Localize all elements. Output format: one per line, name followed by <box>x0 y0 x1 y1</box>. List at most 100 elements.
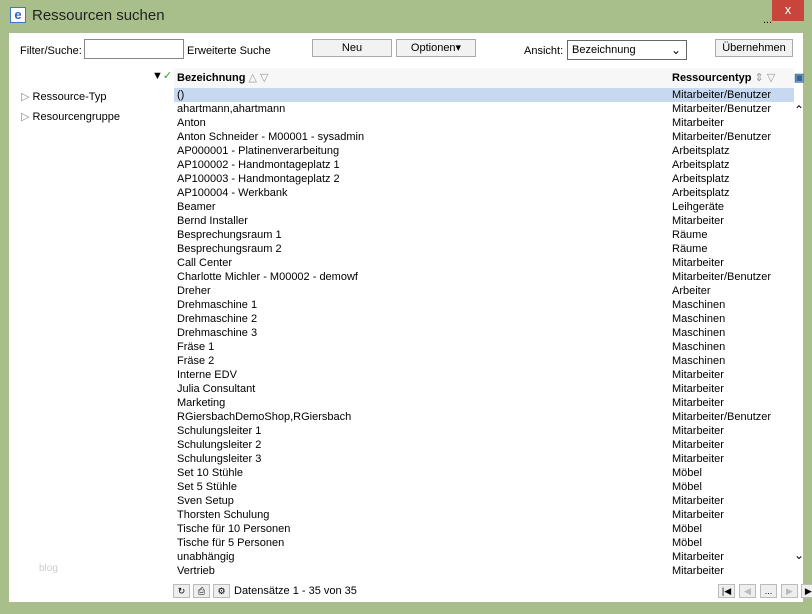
table-row[interactable]: Julia Consultant Mitarbeiter <box>174 382 794 396</box>
table-row[interactable]: Interne EDV Mitarbeiter <box>174 368 794 382</box>
table-row[interactable]: Thorsten Schulung Mitarbeiter <box>174 508 794 522</box>
extended-search-link[interactable]: Erweiterte Suche <box>187 41 271 61</box>
cell-bezeichnung: Call Center <box>177 257 233 269</box>
app-icon: e <box>10 7 26 23</box>
table-row[interactable]: Schulungsleiter 2 Mitarbeiter <box>174 438 794 452</box>
cell-bezeichnung: RGiersbachDemoShop,RGiersbach <box>177 411 352 423</box>
table-row[interactable]: Anton Mitarbeiter <box>174 116 794 130</box>
table-row[interactable]: AP100004 - Werkbank Arbeitsplatz <box>174 186 794 200</box>
first-page-icon[interactable]: |◀ <box>718 584 735 598</box>
column-chooser-icon[interactable]: ▣ <box>794 68 804 88</box>
table-row[interactable]: AP100003 - Handmontageplatz 2 Arbeitsplat… <box>174 172 794 186</box>
cell-bezeichnung: Tische für 10 Personen <box>177 523 291 535</box>
next-page-icon[interactable]: ▶ <box>781 584 798 598</box>
cell-bezeichnung: Schulungsleiter 2 <box>177 439 262 451</box>
cell-bezeichnung: Set 10 Stühle <box>177 467 244 479</box>
table-row[interactable]: unabhängig Mitarbeiter <box>174 550 794 564</box>
cell-bezeichnung: AP100003 - Handmontageplatz 2 <box>177 173 340 185</box>
cell-ressourcentyp: Arbeitsplatz <box>672 187 730 199</box>
cell-bezeichnung: AP100002 - Handmontageplatz 1 <box>177 159 340 171</box>
table-row[interactable]: Schulungsleiter 3 Mitarbeiter <box>174 452 794 466</box>
table-row[interactable]: Drehmaschine 3 Maschinen <box>174 326 794 340</box>
table-row[interactable]: AP000001 - Platinenverarbeitung Arbeitspl… <box>174 144 794 158</box>
page-button[interactable]: ... <box>760 584 777 598</box>
cell-ressourcentyp: Mitarbeiter <box>672 551 724 563</box>
prev-page-icon[interactable]: ◀ <box>739 584 756 598</box>
column-header-bezeichnung[interactable]: Bezeichnung <box>174 72 245 84</box>
table-row[interactable]: Drehmaschine 2 Maschinen <box>174 312 794 326</box>
table-row[interactable]: ahartmann,ahartmann Mitarbeiter/Benutzer <box>174 102 794 116</box>
cell-ressourcentyp: Räume <box>672 243 708 255</box>
cell-bezeichnung: Thorsten Schulung <box>177 509 270 521</box>
sort-filter-icon[interactable]: △ ▽ <box>245 72 269 84</box>
cell-ressourcentyp: Räume <box>672 229 708 241</box>
grid-header: Bezeichnung △ ▽ Ressourcentyp ⇕ ▽ ▣ <box>174 68 804 88</box>
expand-icon: ▷ <box>21 111 33 123</box>
cell-ressourcentyp: Mitarbeiter/Benutzer <box>672 271 772 283</box>
cell-ressourcentyp: Mitarbeiter <box>672 257 724 269</box>
table-row[interactable]: Fräse 1 Maschinen <box>174 340 794 354</box>
table-row[interactable]: Vertrieb Mitarbeiter <box>174 564 794 578</box>
settings-icon[interactable]: ⚙ <box>213 584 230 598</box>
cell-bezeichnung: ahartmann,ahartmann <box>177 103 286 115</box>
table-row[interactable]: Sven Setup Mitarbeiter <box>174 494 794 508</box>
new-button[interactable]: Neu <box>312 39 392 57</box>
cell-ressourcentyp: Mitarbeiter <box>672 117 724 129</box>
tree-item-resourcengruppe[interactable]: ▷ Resourcengruppe <box>21 110 120 123</box>
table-row[interactable]: Tische für 10 Personen Möbel <box>174 522 794 536</box>
view-value: Bezeichnung <box>572 44 636 56</box>
cell-ressourcentyp: Maschinen <box>672 341 726 353</box>
refresh-icon[interactable]: ↻ <box>173 584 190 598</box>
cell-bezeichnung: Fräse 1 <box>177 341 215 353</box>
table-row[interactable]: AP100002 - Handmontageplatz 1 Arbeitsplat… <box>174 158 794 172</box>
cell-bezeichnung: Interne EDV <box>177 369 237 381</box>
cell-ressourcentyp: Arbeiter <box>672 285 711 297</box>
cell-ressourcentyp: Mitarbeiter/Benutzer <box>672 103 772 115</box>
cell-ressourcentyp: Mitarbeiter <box>672 383 724 395</box>
table-row[interactable]: RGiersbachDemoShop,RGiersbach Mitarbeiter… <box>174 410 794 424</box>
view-label: Ansicht: <box>524 45 564 57</box>
column-header-ressourcentyp[interactable]: Ressourcentyp ⇕ ▽ <box>672 68 775 88</box>
table-row[interactable]: Besprechungsraum 1 Räume <box>174 228 794 242</box>
sort-filter-icon[interactable]: ⇕ ▽ <box>751 72 776 84</box>
cell-bezeichnung: () <box>177 89 185 101</box>
cell-bezeichnung: Besprechungsraum 1 <box>177 229 282 241</box>
table-row[interactable]: Set 10 Stühle Möbel <box>174 466 794 480</box>
options-button[interactable]: Optionen▾ <box>396 39 476 57</box>
watermark: blog <box>39 563 58 574</box>
table-row[interactable]: () Mitarbeiter/Benutzer <box>174 88 794 102</box>
close-button[interactable]: x <box>772 0 804 21</box>
table-row[interactable]: Schulungsleiter 1 Mitarbeiter <box>174 424 794 438</box>
table-row[interactable]: Tische für 5 Personen Möbel <box>174 536 794 550</box>
table-row[interactable]: Fräse 2 Maschinen <box>174 354 794 368</box>
cell-ressourcentyp: Mitarbeiter <box>672 397 724 409</box>
table-row[interactable]: Anton Schneider - M00001 - sysadmin Mitar… <box>174 130 794 144</box>
cell-bezeichnung: Besprechungsraum 2 <box>177 243 282 255</box>
apply-button[interactable]: Übernehmen <box>715 39 793 57</box>
cell-bezeichnung: Charlotte Michler - M00002 - demowf <box>177 271 358 283</box>
table-row[interactable]: Drehmaschine 1 Maschinen <box>174 298 794 312</box>
table-row[interactable]: Bernd Installer Mitarbeiter <box>174 214 794 228</box>
filter-input[interactable] <box>84 39 184 59</box>
table-row[interactable]: Set 5 Stühle Möbel <box>174 480 794 494</box>
table-row[interactable]: Dreher Arbeiter <box>174 284 794 298</box>
scroll-up-icon[interactable]: ⌃ <box>794 103 804 117</box>
view-select[interactable]: Bezeichnung ⌄ <box>567 40 687 60</box>
table-row[interactable]: Besprechungsraum 2 Räume <box>174 242 794 256</box>
cell-bezeichnung: Drehmaschine 1 <box>177 299 258 311</box>
table-row[interactable]: Charlotte Michler - M00002 - demowf Mitar… <box>174 270 794 284</box>
cell-ressourcentyp: Mitarbeiter <box>672 215 724 227</box>
tree-item-ressource-typ[interactable]: ▷ Ressource-Typ <box>21 90 107 103</box>
scroll-down-icon[interactable]: ⌄ <box>794 548 804 562</box>
filter-check-icon[interactable]: ▼✓ <box>152 69 172 82</box>
cell-ressourcentyp: Maschinen <box>672 313 726 325</box>
last-page-icon[interactable]: ▶| <box>801 584 812 598</box>
more-button[interactable]: ... <box>763 14 772 26</box>
cell-bezeichnung: Vertrieb <box>177 565 215 577</box>
print-icon[interactable]: ⎙ <box>193 584 210 598</box>
cell-bezeichnung: Drehmaschine 2 <box>177 313 258 325</box>
table-row[interactable]: Marketing Mitarbeiter <box>174 396 794 410</box>
table-row[interactable]: Call Center Mitarbeiter <box>174 256 794 270</box>
cell-bezeichnung: Marketing <box>177 397 226 409</box>
table-row[interactable]: Beamer Leihgeräte <box>174 200 794 214</box>
